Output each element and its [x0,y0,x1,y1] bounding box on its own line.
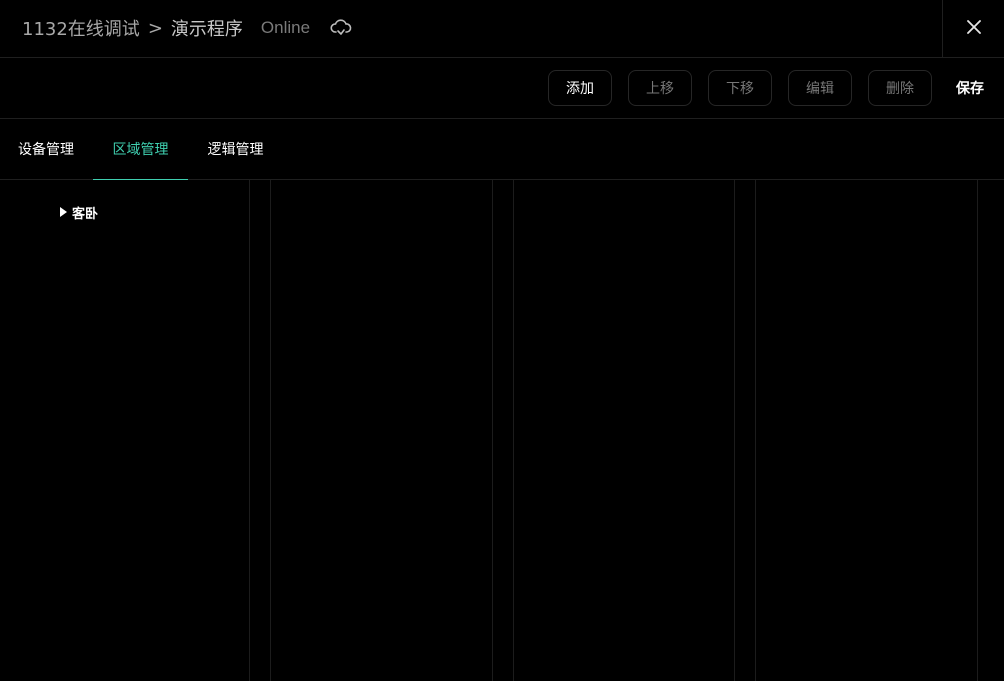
breadcrumb-parent[interactable]: 1132在线调试 [22,15,140,41]
status-text: Online [260,18,311,37]
column-divider [513,180,514,681]
tab-device-management[interactable]: 设备管理 [0,119,92,179]
cloud-sync-icon [330,19,352,37]
header-bar: 1132在线调试 > 演示程序 Online [0,0,1004,58]
column-divider [977,180,978,681]
content-area: 客卧 [0,180,1004,681]
tab-logic-management[interactable]: 逻辑管理 [188,119,283,179]
column-divider [270,180,271,681]
column-divider [249,180,250,681]
caret-right-icon [60,207,67,217]
column-divider [734,180,735,681]
close-icon [966,19,981,38]
breadcrumb-current: 演示程序 [170,19,243,40]
add-button[interactable]: 添加 [548,70,612,106]
delete-button[interactable]: 删除 [868,70,932,106]
move-down-button[interactable]: 下移 [708,70,772,106]
close-button[interactable] [943,0,1004,57]
toolbar: 添加 上移 下移 编辑 删除 保存 [0,58,1004,119]
tab-area-management[interactable]: 区域管理 [93,119,188,180]
tab-bar: 设备管理 区域管理 逻辑管理 [0,119,1004,180]
edit-button[interactable]: 编辑 [788,70,852,106]
tree-item-label: 客卧 [72,206,99,222]
column-divider [755,180,756,681]
app-window: 1132在线调试 > 演示程序 Online 添加 上移 下移 编辑 删除 保存… [0,0,1004,681]
breadcrumb: 1132在线调试 > 演示程序 Online [22,14,352,42]
tree-item[interactable]: 客卧 [60,202,98,222]
move-up-button[interactable]: 上移 [628,70,692,106]
column-divider [492,180,493,681]
breadcrumb-separator: > [147,17,163,39]
save-button[interactable]: 保存 [948,70,992,106]
